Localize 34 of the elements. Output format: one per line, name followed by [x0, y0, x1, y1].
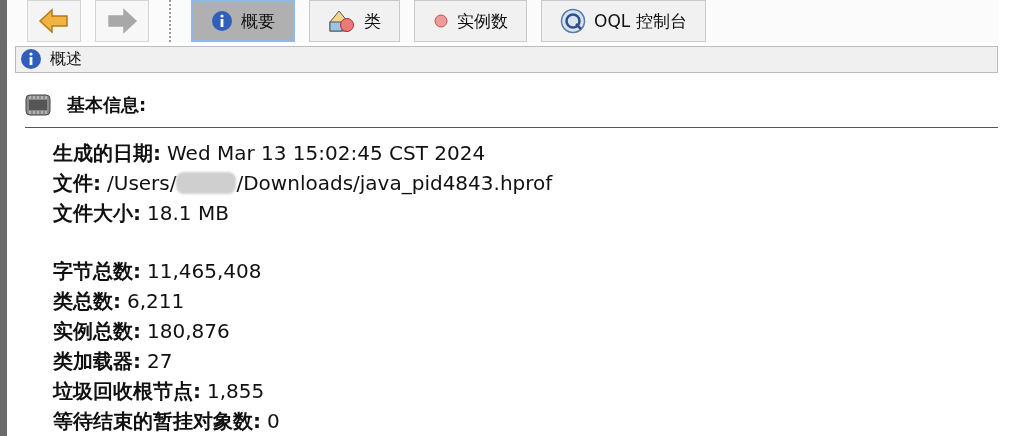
toolbar-tab[interactable]: 类: [309, 0, 400, 42]
info-value: 27: [147, 348, 173, 375]
info-value: 18.1 MB: [147, 200, 229, 227]
info-label: 文件:: [53, 170, 101, 197]
right-arrow-icon: [106, 8, 138, 34]
toolbar-tab[interactable]: OQL 控制台: [541, 0, 706, 42]
left-arrow-icon: [38, 8, 70, 34]
info-label: 实例总数:: [53, 318, 141, 345]
info-label: 生成的日期:: [53, 140, 161, 167]
header-title: 概述: [50, 48, 82, 70]
info-value: 180,876: [147, 318, 230, 345]
info-label: 文件大小:: [53, 200, 141, 227]
info-value: 0: [267, 408, 280, 435]
query-icon: [560, 8, 586, 34]
info-label: 字节总数:: [53, 258, 141, 285]
section-title: 基本信息:: [67, 92, 147, 117]
info-value: 11,465,408: [147, 258, 262, 285]
memory-chip-icon: [25, 93, 51, 116]
toolbar-tab[interactable]: 概要: [191, 0, 295, 42]
info-value: /Users/: [107, 170, 177, 197]
info-label: 等待结束的暂挂对象数:: [53, 408, 261, 435]
info-label: 类总数:: [53, 288, 121, 315]
info-value: Wed Mar 13 15:02:45 CST 2024: [167, 140, 486, 167]
info-icon: [211, 10, 233, 32]
info-label: 垃圾回收根节点:: [53, 378, 201, 405]
info-value: /Downloads/java_pid4843.hprof: [236, 170, 553, 197]
back-button[interactable]: [27, 0, 81, 42]
info-icon: [20, 48, 42, 71]
info-value: 1,855: [207, 378, 265, 405]
info-label: 类加载器:: [53, 348, 141, 375]
shapes-icon: [328, 9, 356, 33]
dot-icon: [433, 13, 449, 29]
toolbar-tab[interactable]: 实例数: [414, 0, 527, 42]
info-value: 6,211: [127, 288, 185, 315]
